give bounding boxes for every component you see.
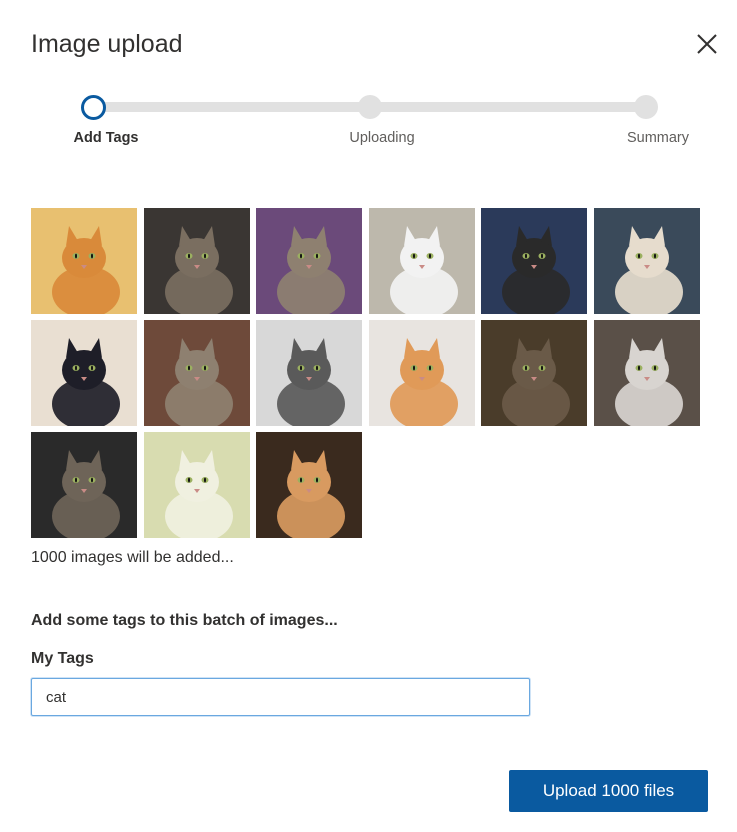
image-thumbnail[interactable]	[368, 320, 475, 426]
cat-photo-thumbnail	[31, 208, 137, 314]
step-label-uploading: Uploading	[349, 130, 415, 146]
step-label-add-tags: Add Tags	[73, 130, 139, 146]
image-thumbnail[interactable]	[593, 208, 700, 314]
step-dot-uploading	[358, 95, 382, 119]
cat-photo-thumbnail	[593, 208, 700, 314]
image-thumbnail[interactable]	[143, 320, 250, 426]
cat-photo-thumbnail	[481, 208, 587, 314]
cat-photo-thumbnail	[256, 320, 362, 426]
cat-photo-thumbnail	[31, 320, 137, 426]
image-thumbnail[interactable]	[481, 320, 587, 426]
image-thumbnail[interactable]	[31, 320, 137, 426]
my-tags-input[interactable]	[31, 678, 530, 716]
images-count-text: 1000 images will be added...	[31, 549, 234, 566]
step-label-summary: Summary	[626, 130, 690, 146]
image-thumbnail[interactable]	[256, 432, 362, 538]
image-thumbnail[interactable]	[368, 208, 475, 314]
image-thumbnail[interactable]	[31, 432, 137, 538]
cat-photo-thumbnail	[143, 432, 250, 538]
cat-photo-thumbnail	[31, 432, 137, 538]
progress-stepper: Add Tags Uploading Summary	[0, 0, 737, 160]
cat-photo-thumbnail	[256, 208, 362, 314]
cat-photo-thumbnail	[256, 432, 362, 538]
image-thumbnail[interactable]	[256, 208, 362, 314]
image-thumbnail[interactable]	[143, 208, 250, 314]
tags-prompt: Add some tags to this batch of images...	[31, 612, 338, 629]
step-dot-add-tags	[81, 95, 106, 120]
my-tags-label: My Tags	[31, 650, 94, 667]
cat-photo-thumbnail	[143, 320, 250, 426]
image-thumbnail[interactable]	[31, 208, 137, 314]
upload-files-button[interactable]: Upload 1000 files	[509, 770, 708, 812]
image-thumbnail[interactable]	[143, 432, 250, 538]
cat-photo-thumbnail	[481, 320, 587, 426]
cat-photo-thumbnail	[593, 320, 700, 426]
cat-photo-thumbnail	[368, 320, 475, 426]
image-thumbnail[interactable]	[256, 320, 362, 426]
cat-photo-thumbnail	[143, 208, 250, 314]
image-thumbnail-grid	[31, 208, 700, 538]
image-thumbnail[interactable]	[593, 320, 700, 426]
cat-photo-thumbnail	[368, 208, 475, 314]
step-dot-summary	[634, 95, 658, 119]
image-thumbnail[interactable]	[481, 208, 587, 314]
